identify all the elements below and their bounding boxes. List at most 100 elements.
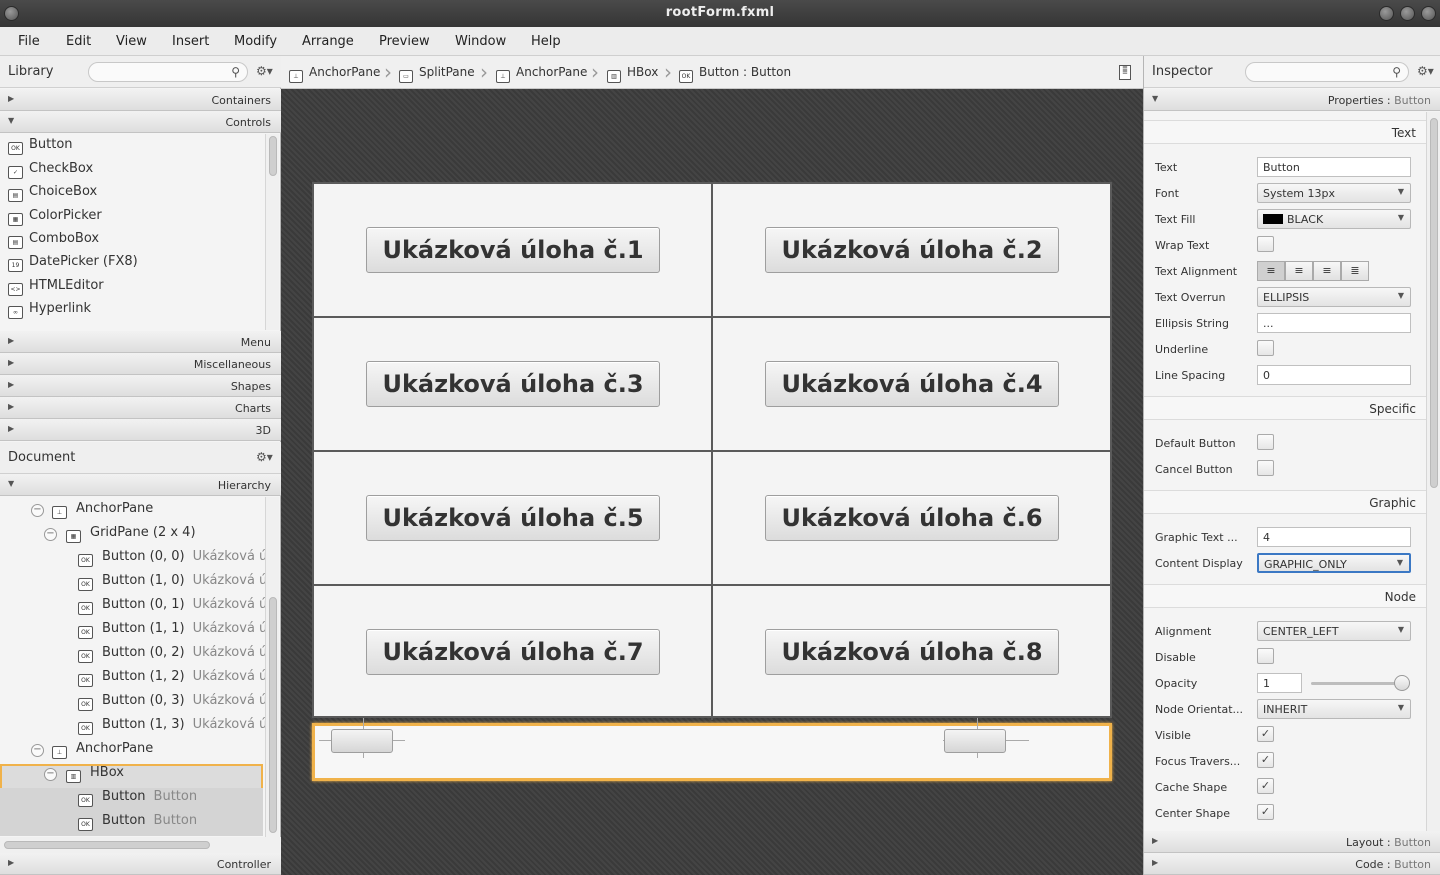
cancel-button-checkbox[interactable] [1257,460,1274,476]
hierarchy-hscrollbar[interactable] [0,837,281,853]
align-center-icon[interactable]: ≡ [1285,261,1313,281]
ellipsis-string-field[interactable]: ... [1257,313,1411,333]
task-button-7[interactable]: Ukázková úloha č.7 [366,629,660,675]
visible-checkbox[interactable]: ✓ [1257,726,1274,742]
document-icon[interactable]: ≡ ≡ [1119,65,1131,80]
inspector-gear-icon[interactable]: ⚙▾ [1417,64,1434,78]
library-item-colorpicker[interactable]: ▦ ColorPicker [8,208,102,230]
task-button-8[interactable]: Ukázková úloha č.8 [765,629,1059,675]
menu-edit[interactable]: Edit [66,34,91,49]
crumb-anchorpane-2[interactable]: ⊥ AnchorPane [496,65,587,83]
tree-item-button[interactable]: OK Button (0, 2) Ukázková ú [78,645,267,669]
tree-item-button-selected[interactable]: OK Button Button [78,813,197,837]
tree-item-button[interactable]: OK Button (1, 3) Ukázková ú [78,717,267,741]
default-button-checkbox[interactable] [1257,434,1274,450]
document-gear-icon[interactable]: ⚙▾ [256,450,273,464]
scrollbar-thumb[interactable] [269,597,277,833]
disable-checkbox[interactable] [1257,648,1274,664]
center-shape-checkbox[interactable]: ✓ [1257,804,1274,820]
tree-item-button[interactable]: OK Button (0, 0) Ukázková ú [78,549,267,573]
inspector-search-input[interactable]: ⚲ [1245,62,1409,82]
underline-checkbox[interactable] [1257,340,1274,356]
maximize-icon[interactable] [1400,6,1415,21]
minimize-icon[interactable] [1379,6,1394,21]
library-item-hyperlink[interactable]: ∞ Hyperlink [8,301,91,323]
collapse-icon[interactable]: − [44,768,57,781]
library-item-datepicker[interactable]: 19 DatePicker (FX8) [8,254,138,276]
menu-file[interactable]: File [18,34,40,49]
alignment-select[interactable]: CENTER_LEFT ▼ [1257,621,1411,641]
code-section[interactable]: ▶ Code : Button [1144,853,1440,875]
task-button-2[interactable]: Ukázková úloha č.2 [765,227,1059,273]
align-left-icon[interactable]: ≡ [1257,261,1285,281]
library-section-containers[interactable]: ▶ Containers [0,89,281,111]
hbox-button-2[interactable] [944,729,1006,753]
controller-section[interactable]: ▶ Controller [0,853,281,875]
focus-traversable-checkbox[interactable]: ✓ [1257,752,1274,768]
opacity-slider-thumb[interactable] [1394,675,1410,691]
library-scrollbar[interactable] [265,134,279,330]
menu-modify[interactable]: Modify [234,34,277,49]
collapse-icon[interactable]: − [31,744,44,757]
library-section-controls[interactable]: ▼ Controls [0,111,281,133]
crumb-splitpane[interactable]: ▭ SplitPane [399,65,475,83]
crumb-hbox[interactable]: ▥ HBox [607,65,658,83]
library-gear-icon[interactable]: ⚙▾ [256,64,273,78]
tree-item-button[interactable]: OK Button (1, 1) Ukázková ú [78,621,267,645]
task-button-1[interactable]: Ukázková úloha č.1 [366,227,660,273]
library-item-combobox[interactable]: ▤ ComboBox [8,231,99,253]
task-button-4[interactable]: Ukázková úloha č.4 [765,361,1059,407]
tree-item-anchorpane[interactable]: ⊥ AnchorPane [52,741,153,765]
crumb-anchorpane[interactable]: ⊥ AnchorPane [289,65,380,83]
hierarchy-section[interactable]: ▼ Hierarchy [0,474,281,496]
text-field[interactable]: Button [1257,157,1411,177]
library-section-menu[interactable]: ▶ Menu [0,331,281,353]
library-item-choicebox[interactable]: ▤ ChoiceBox [8,184,97,206]
library-item-button[interactable]: OK Button [8,137,73,159]
scrollbar-thumb[interactable] [1430,118,1438,488]
tree-item-anchorpane[interactable]: ⊥ AnchorPane [52,501,153,525]
text-overrun-select[interactable]: ELLIPSIS ▼ [1257,287,1411,307]
close-icon[interactable] [1421,6,1436,21]
tree-item-gridpane[interactable]: ▦ GridPane (2 x 4) [66,525,196,549]
properties-section[interactable]: ▼ Properties : Button [1144,89,1440,111]
align-right-icon[interactable]: ≡ [1313,261,1341,281]
library-section-misc[interactable]: ▶ Miscellaneous [0,353,281,375]
scrollbar-thumb[interactable] [4,841,210,849]
hbox-selected[interactable] [312,718,1112,781]
opacity-slider-track[interactable] [1311,682,1403,685]
task-button-3[interactable]: Ukázková úloha č.3 [366,361,660,407]
tree-item-button[interactable]: OK Button (0, 3) Ukázková ú [78,693,267,717]
task-button-5[interactable]: Ukázková úloha č.5 [366,495,660,541]
node-orientation-select[interactable]: INHERIT ▼ [1257,699,1411,719]
tree-item-button[interactable]: OK Button (1, 2) Ukázková ú [78,669,267,693]
tree-item-button[interactable]: OK Button (0, 1) Ukázková ú [78,597,267,621]
library-item-htmleditor[interactable]: <> HTMLEditor [8,278,104,300]
menu-window[interactable]: Window [455,34,506,49]
hbox-button-1[interactable] [331,729,393,753]
tree-item-hbox[interactable]: ▥ HBox [66,765,124,789]
tree-item-button-selected[interactable]: OK Button Button [78,789,197,813]
menu-insert[interactable]: Insert [172,34,209,49]
content-display-select[interactable]: GRAPHIC_ONLY ▼ [1257,553,1411,573]
inspector-scrollbar[interactable] [1426,112,1440,834]
menu-preview[interactable]: Preview [379,34,430,49]
hierarchy-scrollbar[interactable] [265,497,279,837]
layout-section[interactable]: ▶ Layout : Button [1144,831,1440,853]
line-spacing-field[interactable]: 0 [1257,365,1411,385]
cache-shape-checkbox[interactable]: ✓ [1257,778,1274,794]
library-item-checkbox[interactable]: ✓ CheckBox [8,161,93,183]
collapse-icon[interactable]: − [44,528,57,541]
library-search-input[interactable]: ⚲ [88,62,248,82]
crumb-button[interactable]: OK Button : Button [679,65,791,83]
menu-arrange[interactable]: Arrange [302,34,354,49]
collapse-icon[interactable]: − [31,504,44,517]
task-button-6[interactable]: Ukázková úloha č.6 [765,495,1059,541]
scrollbar-thumb[interactable] [269,136,277,176]
menu-view[interactable]: View [116,34,147,49]
library-section-3d[interactable]: ▶ 3D [0,419,281,441]
library-section-charts[interactable]: ▶ Charts [0,397,281,419]
text-fill-select[interactable]: BLACK ▼ [1257,209,1411,229]
align-justify-icon[interactable]: ≣ [1341,261,1369,281]
library-section-shapes[interactable]: ▶ Shapes [0,375,281,397]
